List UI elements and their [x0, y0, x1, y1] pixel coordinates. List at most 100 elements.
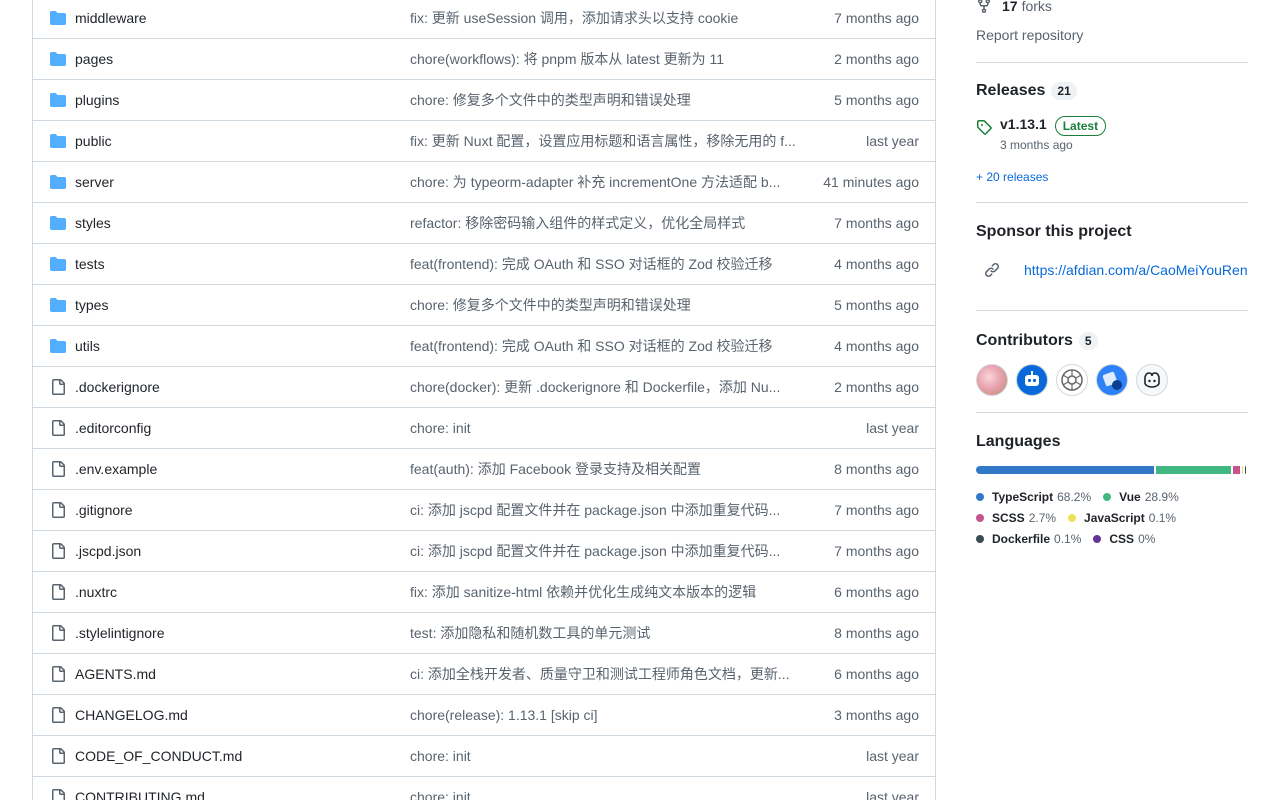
- avatar[interactable]: [1016, 364, 1048, 396]
- language-bar-segment: [1232, 466, 1240, 474]
- commit-date: last year: [866, 420, 919, 436]
- language-percent: 2.7%: [1028, 510, 1057, 525]
- avatar[interactable]: [1096, 364, 1128, 396]
- latest-release[interactable]: v1.13.1 Latest: [976, 116, 1107, 136]
- language-percent: 28.9%: [1144, 489, 1179, 504]
- commit-message-link[interactable]: chore: 为 typeorm-adapter 补充 incrementOne…: [410, 172, 800, 192]
- language-item[interactable]: Vue 28.9%: [1103, 490, 1179, 504]
- file-row[interactable]: .env.example feat(auth): 添加 Facebook 登录支持…: [33, 448, 935, 489]
- commit-message-link[interactable]: feat(auth): 添加 Facebook 登录支持及相关配置: [410, 459, 800, 479]
- file-name-link[interactable]: AGENTS.md: [75, 666, 156, 682]
- folder-row[interactable]: public fix: 更新 Nuxt 配置，设置应用标题和语言属性，移除无用的 …: [33, 120, 935, 161]
- language-item[interactable]: TypeScript 68.2%: [976, 490, 1091, 504]
- file-row[interactable]: CODE_OF_CONDUCT.md chore: init last year: [33, 735, 935, 776]
- contributors-heading[interactable]: Contributors 5: [976, 332, 1098, 350]
- commit-message-link[interactable]: fix: 添加 sanitize-html 依赖并优化生成纯文本版本的逻辑: [410, 582, 800, 602]
- commit-message-link[interactable]: ci: 添加 jscpd 配置文件并在 package.json 中添加重复代码…: [410, 500, 800, 520]
- avatar[interactable]: [976, 364, 1008, 396]
- cat-icon: [1102, 371, 1122, 390]
- folder-row[interactable]: plugins chore: 修复多个文件中的类型声明和错误处理 5 months …: [33, 79, 935, 120]
- more-releases-link[interactable]: + 20 releases: [976, 170, 1048, 184]
- commit-message-link[interactable]: ci: 添加全栈开发者、质量守卫和测试工程师角色文档，更新...: [410, 664, 800, 684]
- commit-date: 2 months ago: [834, 379, 919, 395]
- commit-message-link[interactable]: ci: 添加 jscpd 配置文件并在 package.json 中添加重复代码…: [410, 541, 800, 561]
- commit-message-link[interactable]: feat(frontend): 完成 OAuth 和 SSO 对话框的 Zod …: [410, 254, 800, 274]
- file-name-link[interactable]: .nuxtrc: [75, 584, 117, 600]
- folder-row[interactable]: server chore: 为 typeorm-adapter 补充 increm…: [33, 161, 935, 202]
- file-row[interactable]: .dockerignore chore(docker): 更新 .dockerig…: [33, 366, 935, 407]
- folder-row[interactable]: types chore: 修复多个文件中的类型声明和错误处理 5 months ag…: [33, 284, 935, 325]
- commit-message-link[interactable]: chore(release): 1.13.1 [skip ci]: [410, 707, 800, 723]
- report-repository-link[interactable]: Report repository: [976, 27, 1083, 43]
- commit-message-link[interactable]: feat(frontend): 完成 OAuth 和 SSO 对话框的 Zod …: [410, 336, 800, 356]
- commit-message-link[interactable]: chore: 修复多个文件中的类型声明和错误处理: [410, 90, 800, 110]
- file-name-link[interactable]: .dockerignore: [75, 379, 160, 395]
- language-item[interactable]: CSS 0%: [1093, 532, 1155, 546]
- avatar[interactable]: [1056, 364, 1088, 396]
- commit-message-link[interactable]: chore: init: [410, 420, 800, 436]
- commit-message-link[interactable]: chore: init: [410, 748, 800, 764]
- file-name-link[interactable]: utils: [75, 338, 100, 354]
- language-item[interactable]: JavaScript 0.1%: [1068, 511, 1176, 525]
- file-row[interactable]: .nuxtrc fix: 添加 sanitize-html 依赖并优化生成纯文本版…: [33, 571, 935, 612]
- commit-date: 2 months ago: [834, 51, 919, 67]
- commit-message-link[interactable]: chore(docker): 更新 .dockerignore 和 Docker…: [410, 377, 800, 397]
- forks-link[interactable]: 17 forks: [976, 0, 1052, 14]
- commit-date: 8 months ago: [834, 461, 919, 477]
- folder-row[interactable]: tests feat(frontend): 完成 OAuth 和 SSO 对话框的…: [33, 243, 935, 284]
- commit-message-link[interactable]: test: 添加隐私和随机数工具的单元测试: [410, 623, 800, 643]
- file-row[interactable]: CHANGELOG.md chore(release): 1.13.1 [skip…: [33, 694, 935, 735]
- file-row[interactable]: .jscpd.json ci: 添加 jscpd 配置文件并在 package.j…: [33, 530, 935, 571]
- file-row[interactable]: CONTRIBUTING.md chore: init last year: [33, 776, 935, 800]
- file-name-link[interactable]: .gitignore: [75, 502, 133, 518]
- file-name-link[interactable]: CODE_OF_CONDUCT.md: [75, 748, 242, 764]
- file-name-link[interactable]: CHANGELOG.md: [75, 707, 188, 723]
- file-icon: [49, 460, 67, 478]
- divider: [976, 202, 1248, 203]
- file-name-link[interactable]: plugins: [75, 92, 119, 108]
- file-name-link[interactable]: tests: [75, 256, 105, 272]
- commit-message-link[interactable]: chore: 修复多个文件中的类型声明和错误处理: [410, 295, 800, 315]
- commit-date: 7 months ago: [834, 9, 919, 26]
- language-item[interactable]: Dockerfile 0.1%: [976, 532, 1081, 546]
- file-row[interactable]: AGENTS.md ci: 添加全栈开发者、质量守卫和测试工程师角色文档，更新..…: [33, 653, 935, 694]
- folder-row[interactable]: utils feat(frontend): 完成 OAuth 和 SSO 对话框的…: [33, 325, 935, 366]
- file-name-link[interactable]: .env.example: [75, 461, 157, 477]
- commit-message-link[interactable]: chore(workflows): 将 pnpm 版本从 latest 更新为 …: [410, 49, 800, 69]
- avatar[interactable]: [1136, 364, 1168, 396]
- folder-row[interactable]: styles refactor: 移除密码输入组件的样式定义，优化全局样式 7 mo…: [33, 202, 935, 243]
- file-name-link[interactable]: middleware: [75, 10, 147, 26]
- file-icon: [49, 706, 67, 724]
- language-bar-segment: [976, 466, 1154, 474]
- file-row[interactable]: .gitignore ci: 添加 jscpd 配置文件并在 package.js…: [33, 489, 935, 530]
- commit-date: 3 months ago: [834, 707, 919, 723]
- file-row[interactable]: .editorconfig chore: init last year: [33, 407, 935, 448]
- file-name-link[interactable]: server: [75, 174, 114, 190]
- file-name-link[interactable]: pages: [75, 51, 113, 67]
- folder-icon: [49, 132, 67, 150]
- file-name-link[interactable]: styles: [75, 215, 111, 231]
- file-name-link[interactable]: .editorconfig: [75, 420, 151, 436]
- folder-row[interactable]: middleware fix: 更新 useSession 调用，添加请求头以支持…: [33, 0, 935, 38]
- file-name-link[interactable]: .jscpd.json: [75, 543, 141, 559]
- commit-message-link[interactable]: chore: init: [410, 789, 800, 800]
- commit-date: 7 months ago: [834, 215, 919, 231]
- commit-message-link[interactable]: fix: 更新 useSession 调用，添加请求头以支持 cookie: [410, 8, 800, 28]
- language-item[interactable]: SCSS 2.7%: [976, 511, 1056, 525]
- file-name-link[interactable]: .stylelintignore: [75, 625, 165, 641]
- bot-icon: [1025, 371, 1039, 386]
- file-name-link[interactable]: types: [75, 297, 108, 313]
- file-row[interactable]: .stylelintignore test: 添加隐私和随机数工具的单元测试 8 m…: [33, 612, 935, 653]
- file-icon: [49, 419, 67, 437]
- sponsor-link[interactable]: https://afdian.com/a/CaoMeiYouRen: [976, 262, 1248, 278]
- commit-message-link[interactable]: refactor: 移除密码输入组件的样式定义，优化全局样式: [410, 213, 800, 233]
- folder-row[interactable]: pages chore(workflows): 将 pnpm 版本从 latest…: [33, 38, 935, 79]
- releases-heading[interactable]: Releases 21: [976, 82, 1077, 100]
- commit-date: 4 months ago: [834, 256, 919, 272]
- release-date: 3 months ago: [1000, 138, 1073, 152]
- commit-message-link[interactable]: fix: 更新 Nuxt 配置，设置应用标题和语言属性，移除无用的 f...: [410, 131, 800, 151]
- file-name-link[interactable]: CONTRIBUTING.md: [75, 789, 205, 800]
- tag-icon: [977, 120, 992, 135]
- language-percent: 0.1%: [1054, 531, 1082, 546]
- file-name-link[interactable]: public: [75, 133, 112, 149]
